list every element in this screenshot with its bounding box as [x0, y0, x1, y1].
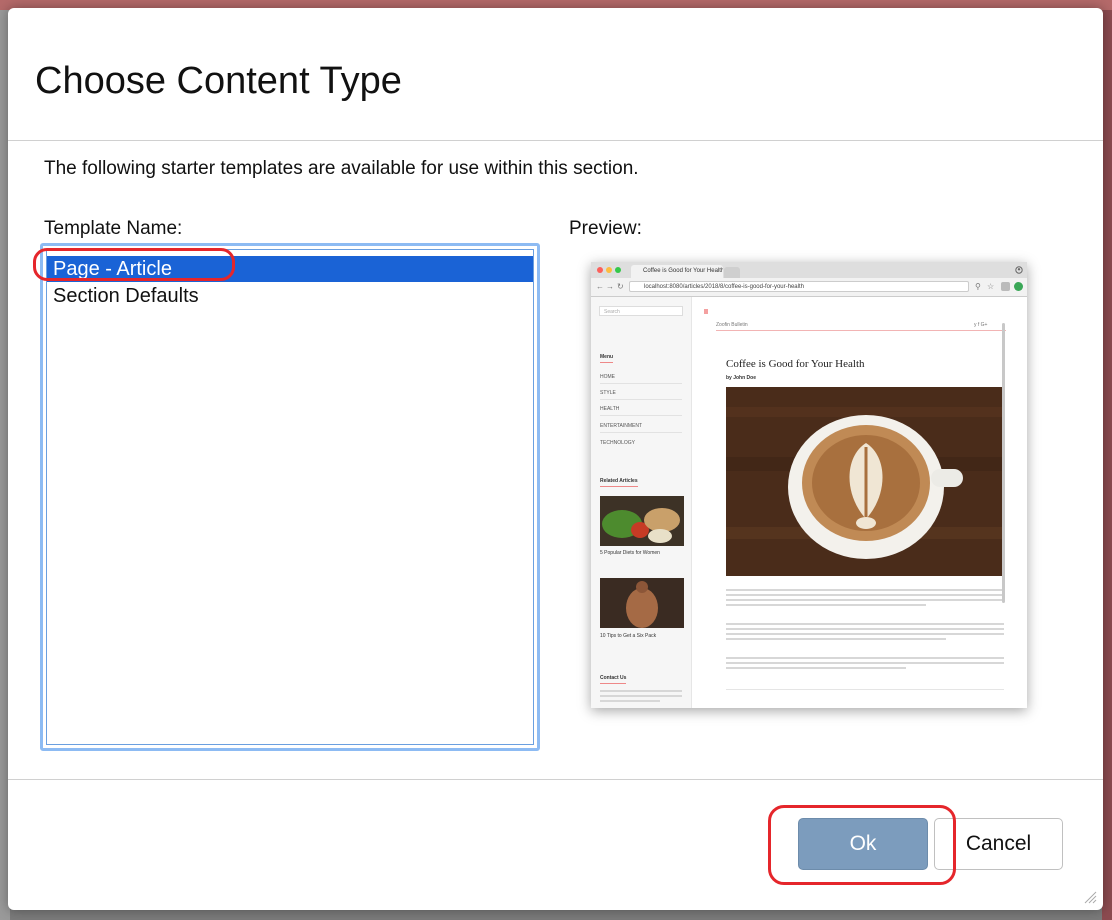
zoom-icon: ⚲ — [975, 282, 981, 291]
forward-arrow-icon: → — [606, 282, 614, 291]
preview-salad-image — [600, 496, 684, 546]
preview-related-article: 10 Tips to Get a Six Pack — [600, 633, 657, 639]
preview-search: Search — [599, 306, 683, 316]
back-arrow-icon: ← — [596, 282, 604, 291]
preview-menu-item: ENTERTAINMENT — [600, 423, 682, 433]
annotation-circle-ok — [768, 805, 956, 885]
browser-url-bar: ← → ↻ localhost:8080/articles/2018/8/cof… — [591, 278, 1027, 297]
dialog-footer-divider — [8, 779, 1103, 780]
template-listbox-inner: Page - Article Section Defaults — [46, 249, 534, 745]
browser-url: localhost:8080/articles/2018/8/coffee-is… — [629, 281, 969, 292]
preview-menu-item: HEALTH — [600, 406, 682, 416]
annotation-circle-template — [33, 248, 235, 281]
reload-icon: ↻ — [617, 282, 624, 291]
preview-fitness-image — [600, 578, 684, 628]
preview-label: Preview: — [569, 218, 642, 239]
preview-paragraph — [726, 623, 1004, 643]
preview-scrollbar — [1002, 323, 1005, 603]
resize-grip-icon[interactable] — [1081, 888, 1097, 904]
preview-bookmark-icon — [704, 309, 708, 314]
template-listbox[interactable]: Page - Article Section Defaults — [40, 243, 540, 751]
preview-contact-text — [600, 690, 682, 705]
preview-bottom-rule — [726, 689, 1004, 690]
preview-site-name: Zoofin Bulletin — [716, 322, 748, 328]
preview-coffee-image — [726, 387, 1004, 576]
dialog-header: Choose Content Type — [8, 8, 1103, 141]
profile-icon — [1015, 266, 1023, 274]
preview-contact-heading: Contact Us — [600, 675, 627, 684]
template-preview-image: Coffee is Good for Your Health ← → ↻ loc… — [591, 262, 1027, 708]
preview-paragraph — [726, 657, 1004, 672]
extension-icon — [1001, 282, 1010, 291]
dialog-intro-text: The following starter templates are avai… — [44, 158, 639, 179]
preview-divider — [716, 330, 1006, 331]
dialog-title: Choose Content Type — [35, 60, 402, 102]
preview-social-icons: y f G+ — [974, 322, 988, 328]
preview-byline: by John Doe — [726, 375, 757, 381]
extension-green-icon — [1014, 282, 1023, 291]
preview-article: Zoofin Bulletin y f G+ Coffee is Good fo… — [704, 297, 1009, 708]
browser-tab-bar: Coffee is Good for Your Health — [591, 262, 1027, 278]
choose-content-type-dialog: Choose Content Type The following starte… — [8, 8, 1103, 910]
browser-new-tab — [724, 267, 740, 278]
preview-page: Search Menu HOME STYLE HEALTH ENTERTAINM… — [591, 297, 1027, 708]
preview-menu-heading: Menu — [600, 354, 614, 363]
preview-menu-item: HOME — [600, 374, 682, 384]
preview-sidebar: Search Menu HOME STYLE HEALTH ENTERTAINM… — [591, 297, 692, 708]
maximize-dot-icon — [615, 267, 621, 273]
close-dot-icon — [597, 267, 603, 273]
star-icon: ☆ — [987, 282, 995, 291]
preview-menu-item: STYLE — [600, 390, 682, 400]
preview-related-heading: Related Articles — [600, 478, 638, 487]
template-option-section-defaults[interactable]: Section Defaults — [47, 283, 533, 309]
template-name-label: Template Name: — [44, 218, 183, 239]
browser-tab: Coffee is Good for Your Health — [631, 265, 723, 278]
preview-paragraph — [726, 589, 1004, 609]
preview-article-title: Coffee is Good for Your Health — [726, 358, 865, 370]
preview-related-article: 5 Popular Diets for Women — [600, 550, 660, 556]
minimize-dot-icon — [606, 267, 612, 273]
preview-menu-item: TECHNOLOGY — [600, 440, 636, 446]
background-app-right — [1102, 10, 1112, 920]
